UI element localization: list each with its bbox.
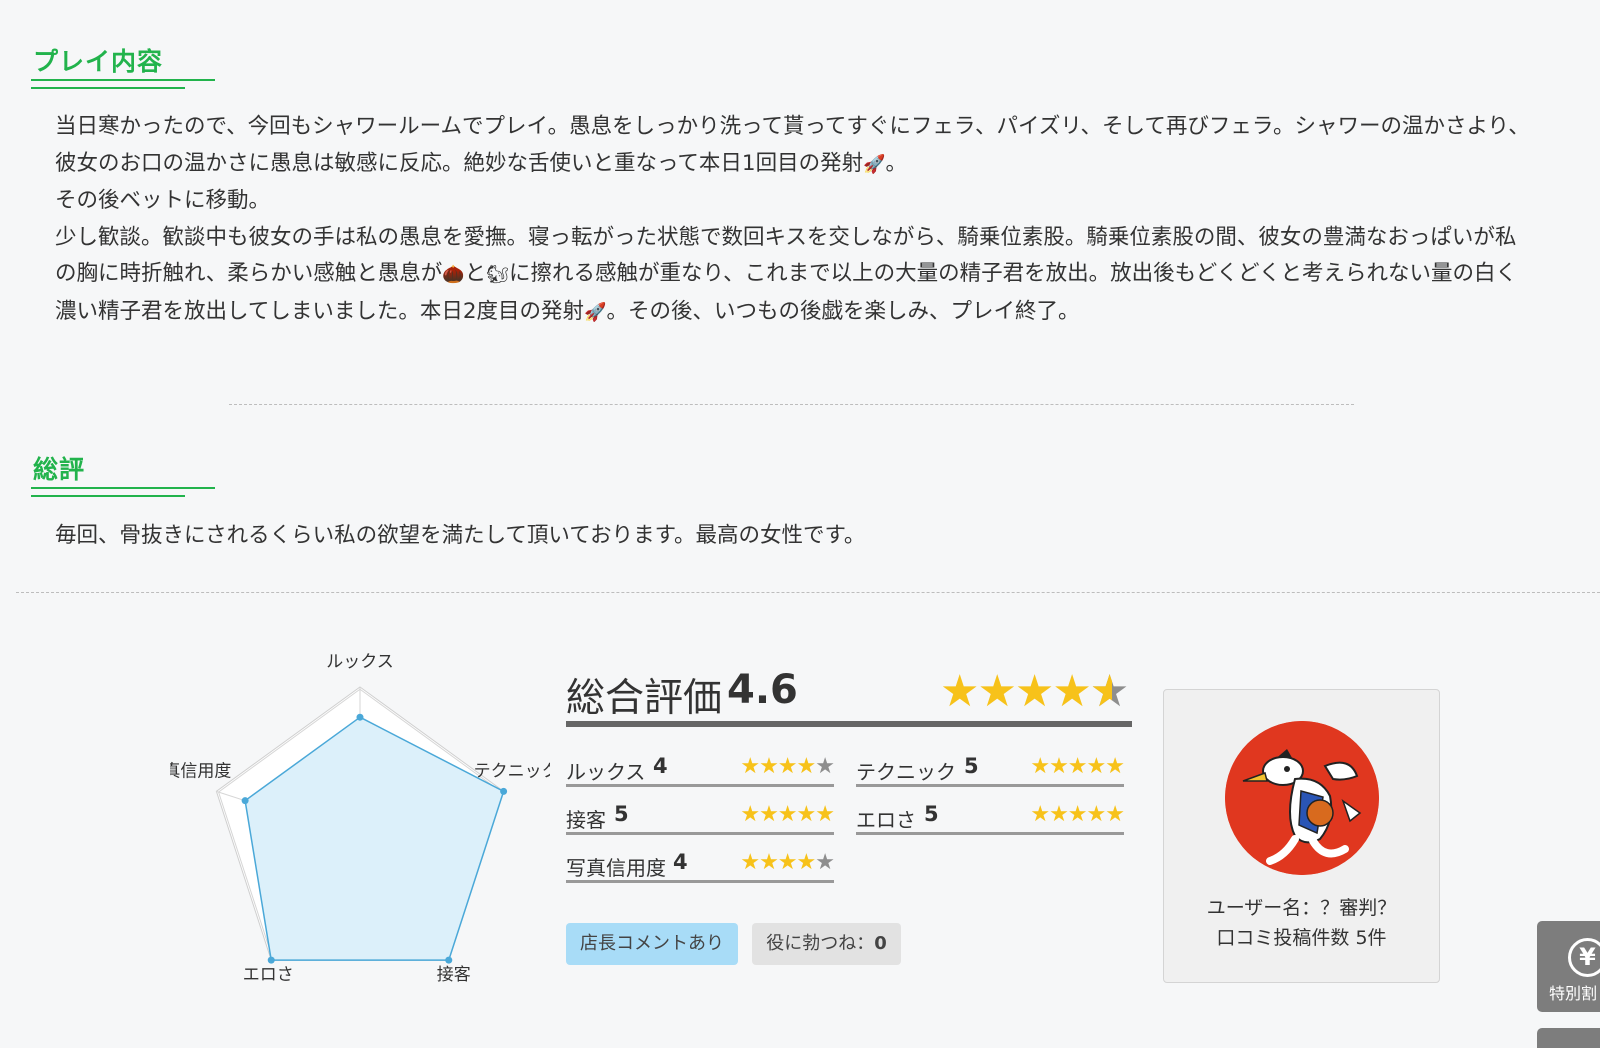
star-filled-icon: ★ [977, 666, 1016, 717]
radar-data-point [241, 797, 249, 805]
squirrel-icon: 🐿 [486, 264, 510, 285]
play-paragraph-1: 当日寒かったので、今回もシャワールームでプレイ。愚息をしっかり洗って貰ってすぐに… [55, 114, 1530, 176]
rating-label: エロさ [856, 808, 916, 832]
star-filled-icon: ★ [1030, 754, 1050, 779]
radar-axis-label: ルックス [326, 652, 394, 672]
title-underline [31, 495, 185, 497]
star-partial-icon: ★ ★ [1089, 666, 1129, 717]
star-filled-icon: ★ [740, 802, 760, 827]
rating-stars: ★★★★★ [1030, 754, 1125, 779]
play-paragraph-3: 少し歓談。歓談中も彼女の手は私の愚息を愛撫。寝っ転がった状態で数回キスを交しなが… [55, 224, 1517, 324]
user-name[interactable]: ユーザー名：？審判？ [1164, 893, 1439, 920]
radar-data-point [356, 713, 364, 721]
radar-axis-label: エロさ [243, 965, 294, 985]
title-underline [31, 79, 215, 81]
star-empty-icon: ★ [815, 850, 835, 875]
summary-text: 毎回、骨抜きにされるくらい私の欲望を満たして頂いております。最高の女性です。 [55, 523, 866, 548]
rating-technique: テクニック 5 ★★★★★ [856, 750, 1125, 787]
title-underline [31, 487, 215, 489]
rocket-icon: 🚀 [584, 301, 607, 323]
user-post-count: 口コミ投稿件数 5件 [1216, 927, 1387, 949]
chestnut-icon: 🌰 [442, 264, 465, 285]
overall-underline [566, 721, 1132, 727]
rating-stars: ★★★★★ [740, 850, 835, 875]
star-filled-icon: ★ [759, 850, 779, 875]
yen-icon: ¥ [1568, 938, 1600, 977]
rating-eroticism: エロさ 5 ★★★★★ [856, 798, 1125, 835]
star-empty-icon: ★ [815, 754, 835, 779]
star-filled-icon: ★ [940, 666, 979, 717]
star-filled-icon: ★ [796, 754, 817, 779]
play-paragraph-2: その後ベットに移動。 [55, 188, 271, 213]
star-filled-icon: ★ [777, 754, 798, 779]
rating-label: 接客 [566, 808, 606, 832]
star-filled-icon: ★ [1049, 754, 1069, 779]
review-divider [16, 592, 1600, 593]
radar-chart: ルックステクニック接客 エロさ 写真信用度 [170, 652, 550, 985]
rating-service: 接客 5 ★★★★★ [566, 798, 835, 835]
helpful-count: 0 [874, 933, 887, 954]
overall-star-rating: ★★★★★ ★ [940, 666, 1129, 717]
rating-label: ルックス [566, 760, 646, 784]
user-card: ユーザー名：？審判？ 口コミ投稿件数 5件 [1163, 689, 1440, 983]
star-filled-icon: ★ [796, 850, 817, 875]
play-section-title: プレイ内容 [33, 47, 164, 76]
referee-mascot-icon[interactable] [1225, 721, 1379, 875]
star-filled-icon: ★ [740, 850, 760, 875]
special-discount-tab[interactable]: ¥ 特別割 [1537, 921, 1600, 1012]
radar-data-point [267, 956, 275, 964]
title-underline [31, 87, 185, 89]
star-filled-icon: ★ [759, 754, 779, 779]
star-filled-icon: ★ [777, 850, 798, 875]
star-filled-icon: ★ [1105, 754, 1125, 779]
rating-value: 4 [673, 850, 688, 874]
overall-rating-label: 総合評価 [566, 676, 723, 721]
star-filled-icon: ★ [1105, 802, 1125, 827]
rating-stars: ★★★★★ [740, 754, 835, 779]
play-description: 当日寒かったので、今回もシャワールームでプレイ。愚息をしっかり洗って貰ってすぐに… [55, 109, 1535, 331]
summary-section-title: 総評 [33, 455, 86, 484]
special-discount-label: 特別割 [1549, 984, 1598, 1003]
rating-label: テクニック [856, 760, 956, 784]
rating-stars: ★★★★★ [1030, 802, 1125, 827]
rocket-icon: 🚀 [863, 153, 886, 175]
star-filled-icon: ★ [1086, 754, 1107, 779]
rating-value: 4 [653, 754, 668, 778]
manager-comment-button[interactable]: 店長コメントあり [566, 923, 738, 965]
star-filled-icon: ★ [1049, 802, 1069, 827]
rating-stars: ★★★★★ [740, 802, 835, 827]
rating-looks: ルックス 4 ★★★★★ [566, 750, 835, 787]
radar-axis-label: 接客 [437, 965, 471, 985]
rating-label: 写真信用度 [566, 856, 666, 880]
radar-data-point [445, 956, 453, 964]
side-tab-secondary[interactable] [1537, 1028, 1600, 1048]
helpful-button[interactable]: 役に勃つね：0 [752, 923, 901, 965]
star-filled-icon: ★ [1014, 666, 1054, 717]
star-filled-icon: ★ [815, 802, 835, 827]
star-filled-icon: ★ [777, 802, 798, 827]
star-filled-icon: ★ [1086, 802, 1107, 827]
star-filled-icon: ★ [796, 802, 817, 827]
rating-value: 5 [924, 802, 939, 826]
star-filled-icon: ★ [1067, 754, 1088, 779]
overall-rating-score: 4.6 [727, 667, 798, 713]
section-divider [229, 404, 1354, 405]
star-filled-icon: ★ [1030, 802, 1050, 827]
radar-axis-label: 写真信用度 [170, 761, 231, 781]
star-filled-icon: ★ [759, 802, 779, 827]
rating-value: 5 [614, 802, 629, 826]
radar-axis-label: テクニック [474, 761, 550, 781]
rating-value: 5 [964, 754, 979, 778]
star-filled-icon: ★ [740, 754, 760, 779]
radar-data-point [500, 787, 508, 795]
star-filled-icon: ★ [1052, 666, 1091, 717]
star-filled-icon: ★ [1067, 802, 1088, 827]
rating-photo-reliability: 写真信用度 4 ★★★★★ [566, 846, 835, 883]
